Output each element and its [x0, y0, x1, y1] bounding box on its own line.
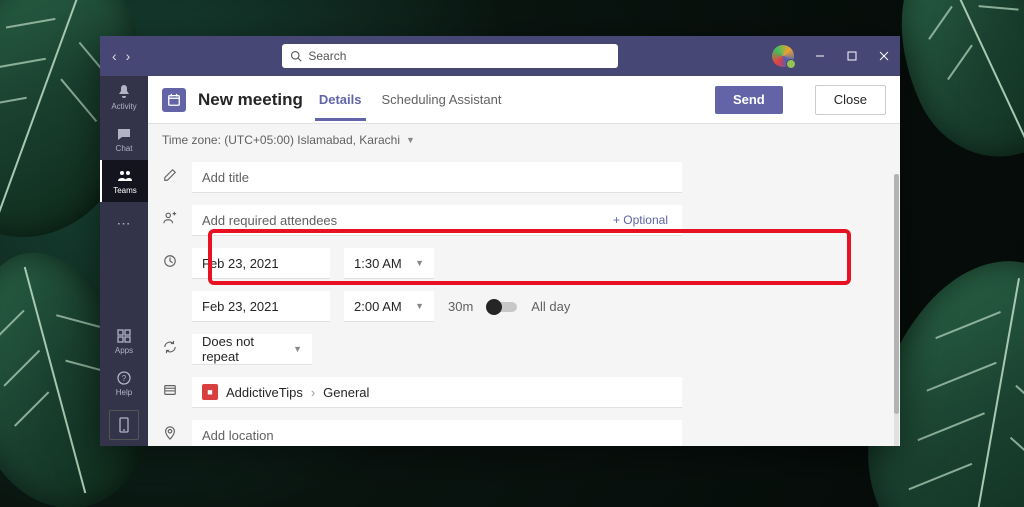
- phone-icon: [118, 417, 130, 433]
- calendar-icon: [162, 88, 186, 112]
- location-placeholder: Add location: [202, 428, 274, 443]
- people-icon: [162, 211, 178, 230]
- chevron-down-icon: ▼: [415, 258, 424, 268]
- page-title: New meeting: [198, 90, 303, 110]
- close-window-button[interactable]: [868, 36, 900, 76]
- recurrence-select[interactable]: Does not repeat ▼: [192, 334, 312, 365]
- help-icon: ?: [116, 370, 132, 386]
- rail-device[interactable]: [109, 410, 139, 440]
- rail-chat[interactable]: Chat: [100, 118, 148, 160]
- rail-teams-label: Teams: [113, 186, 137, 195]
- title-bar: ‹ › Search: [100, 36, 900, 76]
- team-badge: ■: [202, 384, 218, 400]
- repeat-icon: [162, 340, 178, 359]
- end-time-input[interactable]: 2:00 AM ▼: [344, 291, 434, 322]
- location-icon: [162, 426, 178, 445]
- clock-icon: [162, 254, 178, 273]
- edit-icon: [162, 168, 178, 187]
- rail-apps[interactable]: Apps: [100, 320, 148, 362]
- scrollbar[interactable]: [894, 174, 899, 446]
- minimize-button[interactable]: [804, 36, 836, 76]
- teams-icon: [117, 168, 133, 184]
- rail-activity-label: Activity: [111, 102, 136, 111]
- bell-icon: [116, 84, 132, 100]
- search-placeholder: Search: [308, 49, 346, 63]
- ellipsis-icon: ⋯: [117, 215, 132, 232]
- attendees-input[interactable]: Add required attendees + Optional: [192, 205, 682, 236]
- channel-icon: [162, 383, 178, 402]
- app-rail: Activity Chat Teams ⋯ Apps: [100, 76, 148, 446]
- search-input[interactable]: Search: [282, 44, 618, 68]
- attendees-placeholder: Add required attendees: [202, 213, 337, 228]
- rail-teams[interactable]: Teams: [100, 160, 148, 202]
- timezone-selector[interactable]: Time zone: (UTC+05:00) Islamabad, Karach…: [148, 124, 900, 156]
- timezone-label: Time zone: (UTC+05:00) Islamabad, Karach…: [162, 133, 400, 147]
- chevron-down-icon: ▼: [415, 301, 424, 311]
- apps-icon: [116, 328, 132, 344]
- teams-window: ‹ › Search Activity Chat: [100, 36, 900, 446]
- start-time-input[interactable]: 1:30 AM ▼: [344, 248, 434, 279]
- send-button[interactable]: Send: [715, 86, 783, 114]
- channel-team-label: AddictiveTips: [226, 385, 303, 400]
- channel-input[interactable]: ■ AddictiveTips › General: [192, 377, 682, 408]
- channel-name-label: General: [323, 385, 369, 400]
- svg-text:?: ?: [122, 374, 127, 383]
- rail-help-label: Help: [116, 388, 132, 397]
- chevron-down-icon: ▼: [293, 344, 302, 354]
- optional-attendees-link[interactable]: + Optional: [613, 213, 672, 227]
- tab-scheduling-assistant[interactable]: Scheduling Assistant: [378, 78, 506, 121]
- chat-icon: [116, 126, 132, 142]
- tab-details[interactable]: Details: [315, 78, 366, 121]
- rail-activity[interactable]: Activity: [100, 76, 148, 118]
- maximize-button[interactable]: [836, 36, 868, 76]
- title-placeholder: Add title: [202, 170, 249, 185]
- rail-more[interactable]: ⋯: [100, 202, 148, 244]
- title-input[interactable]: Add title: [192, 162, 682, 193]
- close-button[interactable]: Close: [815, 85, 886, 115]
- nav-back-icon[interactable]: ‹: [112, 48, 117, 64]
- rail-chat-label: Chat: [116, 144, 133, 153]
- start-date-input[interactable]: Feb 23, 2021: [192, 248, 330, 279]
- search-icon: [290, 50, 302, 62]
- meeting-form: New meeting Details Scheduling Assistant…: [148, 76, 900, 446]
- avatar[interactable]: [772, 45, 794, 67]
- breadcrumb-separator: ›: [311, 385, 315, 400]
- rail-help[interactable]: ? Help: [100, 362, 148, 404]
- allday-label: All day: [531, 299, 570, 314]
- form-header: New meeting Details Scheduling Assistant…: [148, 76, 900, 124]
- nav-forward-icon[interactable]: ›: [126, 48, 131, 64]
- duration-label: 30m: [448, 299, 473, 314]
- rail-apps-label: Apps: [115, 346, 133, 355]
- end-date-input[interactable]: Feb 23, 2021: [192, 291, 330, 322]
- allday-toggle[interactable]: [487, 302, 517, 312]
- chevron-down-icon: ▼: [406, 135, 415, 145]
- location-input[interactable]: Add location: [192, 420, 682, 446]
